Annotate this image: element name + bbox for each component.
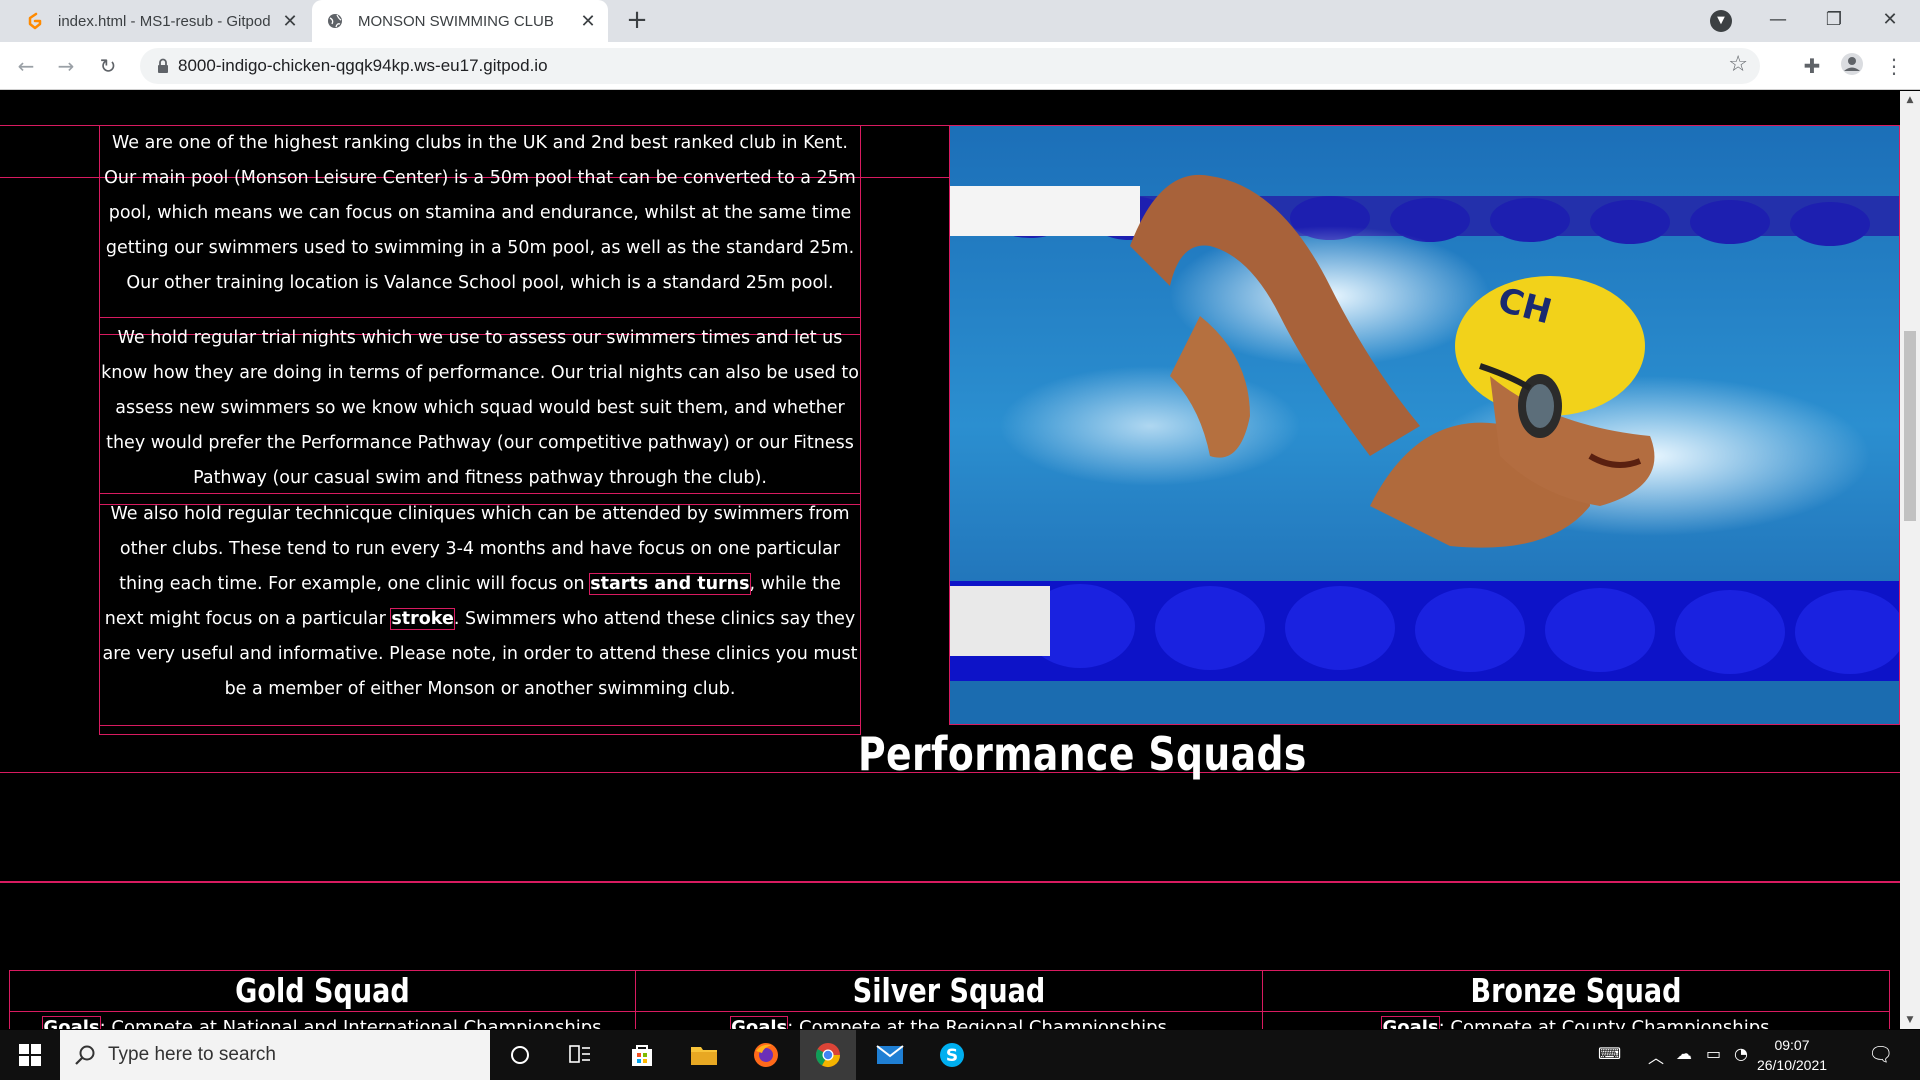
search-icon bbox=[75, 1045, 95, 1065]
onedrive-icon[interactable]: ☁ bbox=[1676, 1044, 1692, 1063]
task-view-icon[interactable] bbox=[552, 1030, 608, 1080]
store-icon[interactable] bbox=[614, 1030, 670, 1080]
squads-table: Gold Squad Goals: Compete at National an… bbox=[9, 970, 1890, 1029]
address-bar[interactable]: 8000-indigo-chicken-qgqk94kp.ws-eu17.git… bbox=[140, 48, 1760, 84]
gold-squad-goal: Goals: Compete at National and Internati… bbox=[10, 1016, 635, 1029]
url-text: 8000-indigo-chicken-qgqk94kp.ws-eu17.git… bbox=[178, 56, 548, 75]
stroke-text: stroke bbox=[390, 608, 455, 630]
new-tab-button[interactable]: + bbox=[622, 6, 652, 36]
restore-icon[interactable]: ❐ bbox=[1806, 0, 1862, 42]
back-icon[interactable]: ← bbox=[10, 50, 42, 82]
starts-and-turns-text: starts and turns bbox=[589, 573, 751, 595]
browser-toolbar: ← → ↻ 8000-indigo-chicken-qgqk94kp.ws-eu… bbox=[0, 42, 1920, 90]
profile-avatar-icon[interactable] bbox=[1838, 52, 1866, 80]
battery-icon[interactable]: ▭ bbox=[1706, 1044, 1721, 1063]
clock[interactable]: 09:07 26/10/2021 bbox=[1752, 1035, 1832, 1075]
forward-icon[interactable]: → bbox=[50, 50, 82, 82]
file-explorer-icon[interactable] bbox=[676, 1030, 732, 1080]
goal-text: : Compete at National and International … bbox=[99, 1017, 602, 1029]
mail-icon[interactable] bbox=[862, 1030, 918, 1080]
tab-title: MONSON SWIMMING CLUB bbox=[358, 12, 554, 30]
outline-line bbox=[0, 881, 1900, 883]
goal-label: Goals bbox=[730, 1016, 789, 1029]
windows-start-icon[interactable] bbox=[2, 1030, 58, 1080]
reload-icon[interactable]: ↻ bbox=[92, 50, 124, 82]
close-tab-icon[interactable]: ✕ bbox=[574, 11, 602, 32]
menu-kebab-icon[interactable]: ⋮ bbox=[1880, 52, 1908, 80]
gold-squad-column: Gold Squad Goals: Compete at National an… bbox=[10, 971, 636, 1029]
search-placeholder: Type here to search bbox=[108, 1044, 276, 1065]
scroll-up-icon[interactable]: ▲ bbox=[1900, 95, 1920, 105]
date-text: 26/10/2021 bbox=[1756, 1057, 1828, 1073]
silver-squad-title: Silver Squad bbox=[852, 971, 1046, 1010]
goal-text: : Compete at the Regional Championships bbox=[787, 1017, 1167, 1029]
skype-icon[interactable]: S bbox=[924, 1030, 980, 1080]
silver-squad-column: Silver Squad Goals: Compete at the Regio… bbox=[636, 971, 1263, 1029]
intro-paragraph: We are one of the highest ranking clubs … bbox=[104, 133, 856, 293]
goal-text: : Compete at County Championships bbox=[1438, 1017, 1770, 1029]
scrollbar-thumb[interactable] bbox=[1904, 331, 1916, 521]
notifications-icon[interactable]: 🗨 bbox=[1868, 1042, 1893, 1066]
minimize-icon[interactable]: — bbox=[1750, 0, 1806, 42]
goal-label: Goals bbox=[42, 1016, 101, 1029]
tab-title: index.html - MS1-resub - Gitpod bbox=[58, 12, 271, 30]
windows-taskbar: Type here to search S ⌨ ︿ ☁ ▭ ◔ 09:07 26… bbox=[0, 1030, 1920, 1080]
lock-icon bbox=[158, 58, 168, 73]
tray-expand-icon[interactable]: ︿ bbox=[1648, 1044, 1664, 1068]
scroll-down-icon[interactable]: ▼ bbox=[1900, 1015, 1920, 1025]
wifi-icon[interactable]: ◔ bbox=[1734, 1044, 1748, 1063]
extensions-icon[interactable]: ✚ bbox=[1798, 52, 1826, 80]
paragraph-box bbox=[99, 725, 861, 735]
silver-squad-goal: Goals: Compete at the Regional Champions… bbox=[636, 1016, 1262, 1029]
gold-squad-title: Gold Squad bbox=[235, 971, 410, 1010]
taskbar-search[interactable]: Type here to search bbox=[60, 1030, 490, 1080]
performance-squads-heading: Performance Squads bbox=[858, 727, 1307, 781]
swimmer-photo: CH bbox=[949, 125, 1900, 725]
goal-label: Goals bbox=[1381, 1016, 1440, 1029]
trial-nights-paragraph: We hold regular trial nights which we us… bbox=[101, 328, 859, 488]
bookmark-star-icon[interactable]: ☆ bbox=[1728, 52, 1748, 77]
cortana-icon[interactable] bbox=[492, 1030, 548, 1080]
close-window-icon[interactable]: ✕ bbox=[1862, 0, 1918, 42]
bronze-squad-goal: Goals: Compete at County Championships bbox=[1263, 1016, 1889, 1029]
firefox-icon[interactable] bbox=[738, 1030, 794, 1080]
gitpod-icon bbox=[26, 12, 44, 30]
tab-monson[interactable]: MONSON SWIMMING CLUB ✕ bbox=[312, 0, 608, 42]
browser-tab-strip: index.html - MS1-resub - Gitpod ✕ MONSON… bbox=[0, 0, 1920, 42]
keyboard-icon[interactable]: ⌨ bbox=[1598, 1044, 1621, 1063]
page-scrollbar[interactable]: ▲ ▼ bbox=[1900, 91, 1920, 1029]
clinics-paragraph: We also hold regular technicque clinique… bbox=[100, 497, 860, 707]
tab-search-icon[interactable]: ▼ bbox=[1710, 10, 1732, 32]
bronze-squad-title: Bronze Squad bbox=[1470, 971, 1682, 1010]
svg-text:S: S bbox=[946, 1046, 958, 1066]
chrome-icon[interactable] bbox=[800, 1030, 856, 1080]
web-page: We are one of the highest ranking clubs … bbox=[0, 91, 1900, 1029]
time-text: 09:07 bbox=[1774, 1037, 1810, 1053]
globe-icon bbox=[326, 12, 344, 30]
tab-gitpod[interactable]: index.html - MS1-resub - Gitpod ✕ bbox=[10, 0, 310, 42]
bronze-squad-column: Bronze Squad Goals: Compete at County Ch… bbox=[1263, 971, 1889, 1029]
close-tab-icon[interactable]: ✕ bbox=[276, 11, 304, 32]
